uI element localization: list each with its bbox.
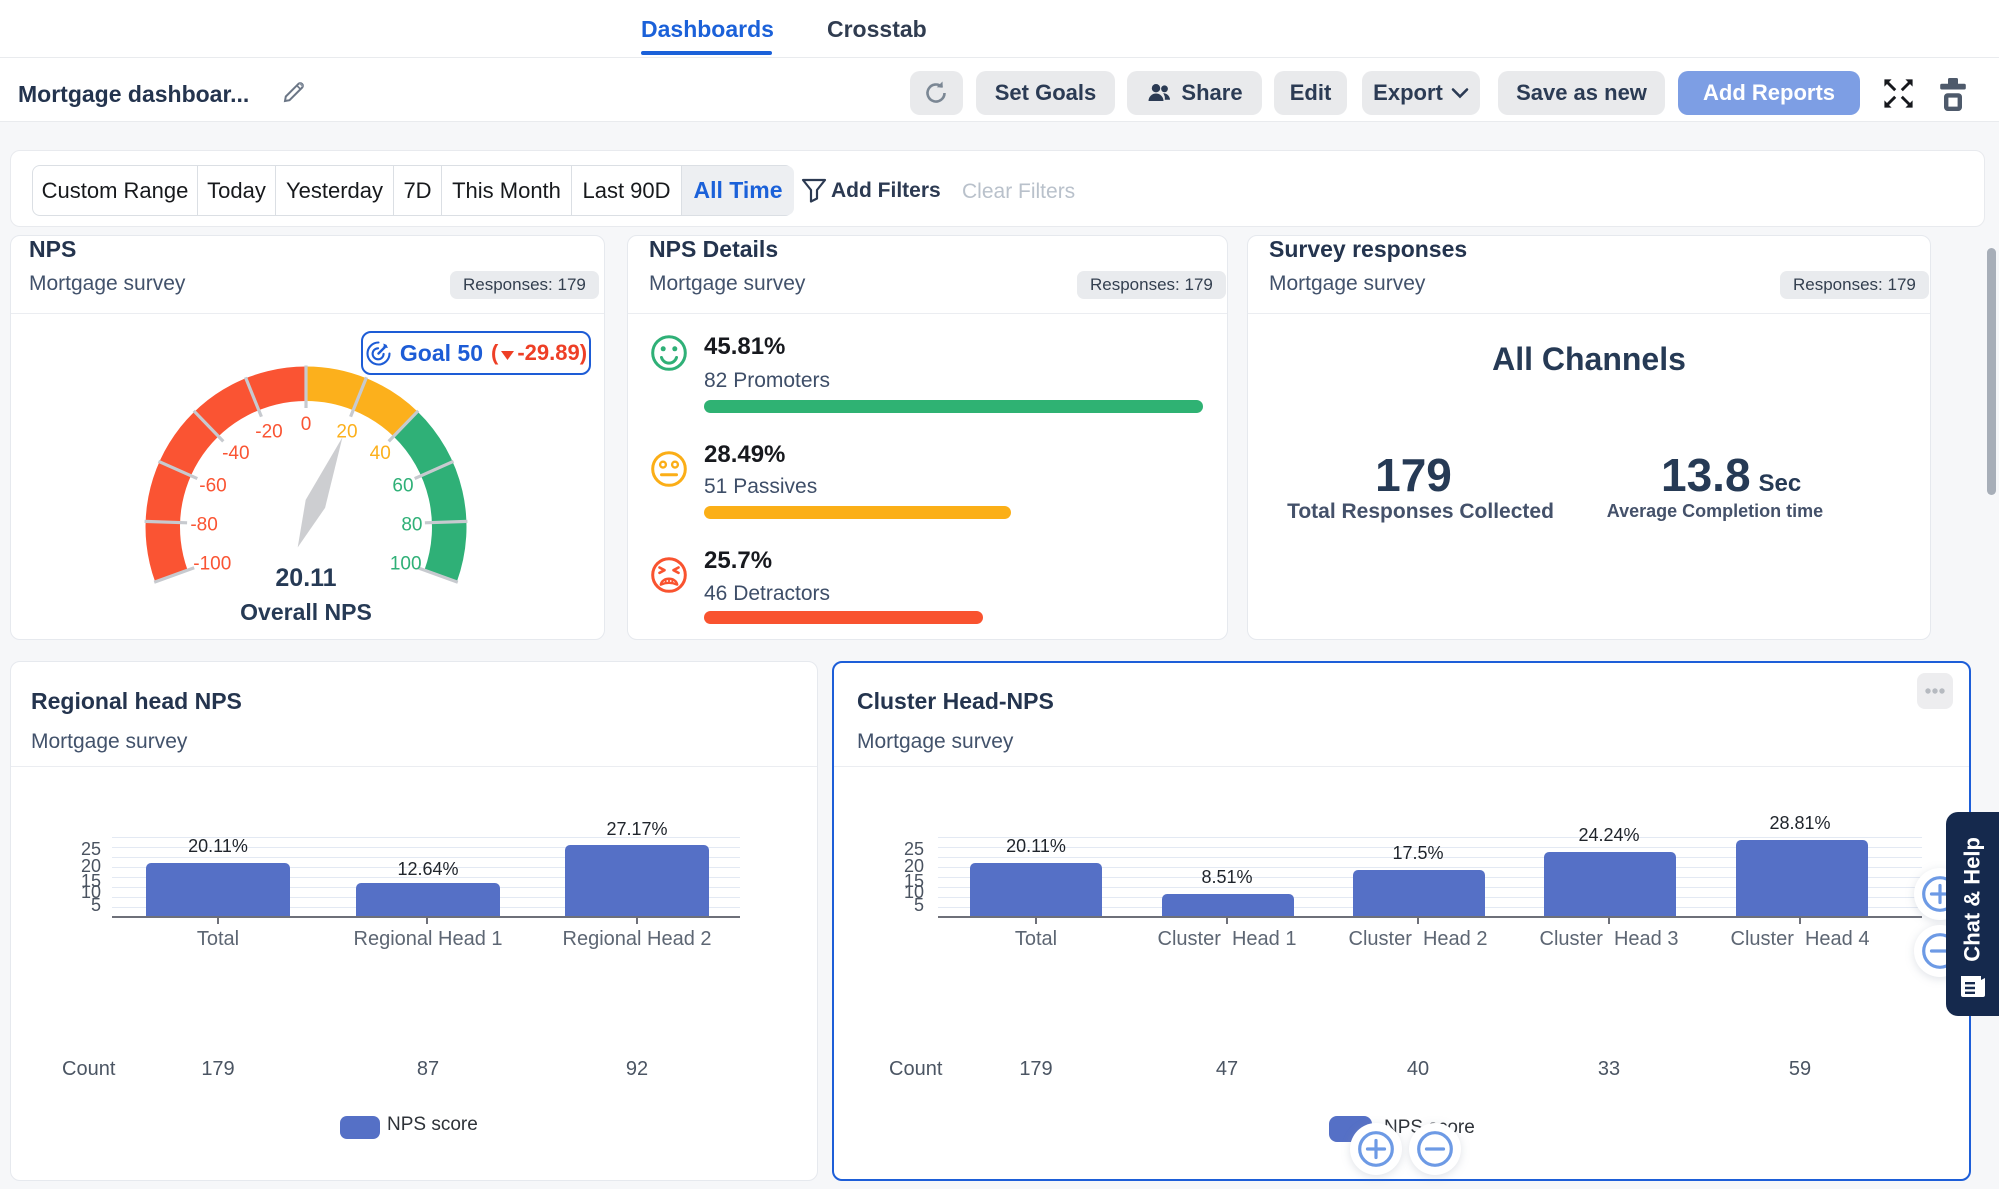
svg-text:80: 80 bbox=[401, 514, 422, 535]
svg-text:-40: -40 bbox=[222, 443, 249, 464]
svg-text:40: 40 bbox=[370, 443, 391, 464]
svg-text:-60: -60 bbox=[199, 476, 226, 497]
svg-text:0: 0 bbox=[301, 414, 312, 435]
svg-text:20: 20 bbox=[336, 422, 357, 443]
svg-text:60: 60 bbox=[392, 476, 413, 497]
svg-text:-80: -80 bbox=[190, 514, 217, 535]
svg-text:-20: -20 bbox=[255, 422, 282, 443]
